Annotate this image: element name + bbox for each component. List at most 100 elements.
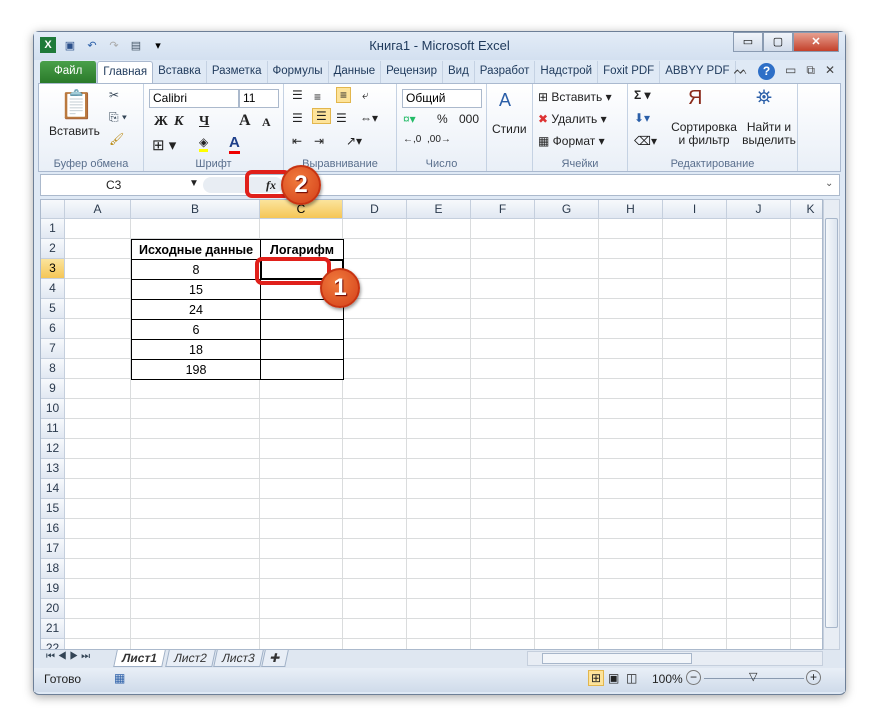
- macro-record-icon[interactable]: ▦: [114, 671, 125, 685]
- row-header-7[interactable]: 7: [41, 339, 65, 359]
- tab-7[interactable]: Вид: [443, 61, 475, 83]
- cell-F9[interactable]: [471, 379, 535, 399]
- cell-K4[interactable]: [791, 279, 822, 299]
- find-select-icon[interactable]: ⛯: [756, 87, 772, 110]
- cell-B15[interactable]: [131, 499, 260, 519]
- cell-J21[interactable]: [727, 619, 791, 639]
- cell-I20[interactable]: [663, 599, 727, 619]
- collapse-ribbon-icon[interactable]: ᨓ: [734, 63, 748, 80]
- cell-D13[interactable]: [343, 459, 407, 479]
- tab-11[interactable]: ABBYY PDF: [660, 61, 736, 83]
- font-size-select[interactable]: 11: [239, 89, 279, 108]
- cell-I7[interactable]: [663, 339, 727, 359]
- sort-filter-icon[interactable]: Я: [688, 87, 702, 110]
- cell-I18[interactable]: [663, 559, 727, 579]
- cell-E3[interactable]: [407, 259, 471, 279]
- cell-I10[interactable]: [663, 399, 727, 419]
- cell-E20[interactable]: [407, 599, 471, 619]
- cell-G10[interactable]: [535, 399, 599, 419]
- help-icon[interactable]: ?: [758, 63, 776, 80]
- cell-D6[interactable]: [343, 319, 407, 339]
- row-header-5[interactable]: 5: [41, 299, 65, 319]
- cell-F2[interactable]: [471, 239, 535, 259]
- cell-C6[interactable]: [260, 319, 344, 340]
- cell-B16[interactable]: [131, 519, 260, 539]
- cell-F13[interactable]: [471, 459, 535, 479]
- bold-button[interactable]: Ж: [154, 114, 168, 130]
- cell-C15[interactable]: [260, 499, 343, 519]
- styles-button[interactable]: Стили: [492, 122, 527, 136]
- row-header-22[interactable]: 22: [41, 639, 65, 649]
- cell-D20[interactable]: [343, 599, 407, 619]
- cell-C7[interactable]: [260, 339, 344, 360]
- tab-6[interactable]: Рецензир: [381, 61, 443, 83]
- cell-A20[interactable]: [65, 599, 131, 619]
- cell-J19[interactable]: [727, 579, 791, 599]
- cell-I12[interactable]: [663, 439, 727, 459]
- page-layout-icon[interactable]: ▣: [608, 671, 619, 685]
- find-select-button[interactable]: Найти и выделить: [738, 121, 800, 147]
- cell-C8[interactable]: [260, 359, 344, 380]
- cell-B22[interactable]: [131, 639, 260, 649]
- cell-G11[interactable]: [535, 419, 599, 439]
- cell-I15[interactable]: [663, 499, 727, 519]
- cell-H9[interactable]: [599, 379, 663, 399]
- cell-K17[interactable]: [791, 539, 822, 559]
- cell-B1[interactable]: [131, 219, 260, 239]
- cell-A1[interactable]: [65, 219, 131, 239]
- cell-B21[interactable]: [131, 619, 260, 639]
- doc-minimize-icon[interactable]: ▭: [785, 63, 796, 80]
- cell-C9[interactable]: [260, 379, 343, 399]
- cell-J4[interactable]: [727, 279, 791, 299]
- cell-D11[interactable]: [343, 419, 407, 439]
- tab-10[interactable]: Foxit PDF: [598, 61, 661, 83]
- cell-K6[interactable]: [791, 319, 822, 339]
- row-header-8[interactable]: 8: [41, 359, 65, 379]
- cell-F7[interactable]: [471, 339, 535, 359]
- cell-I21[interactable]: [663, 619, 727, 639]
- cell-J20[interactable]: [727, 599, 791, 619]
- cell-F1[interactable]: [471, 219, 535, 239]
- cell-A3[interactable]: [65, 259, 131, 279]
- row-header-21[interactable]: 21: [41, 619, 65, 639]
- tab-8[interactable]: Разработ: [475, 61, 536, 83]
- cell-E22[interactable]: [407, 639, 471, 649]
- cell-I11[interactable]: [663, 419, 727, 439]
- cell-C22[interactable]: [260, 639, 343, 649]
- cell-F12[interactable]: [471, 439, 535, 459]
- sheet-tab-1[interactable]: Лист1: [113, 650, 166, 667]
- name-box-dropdown-icon[interactable]: ▼: [189, 178, 199, 189]
- italic-button[interactable]: К: [174, 114, 184, 130]
- grow-font-button[interactable]: A: [239, 112, 251, 130]
- decrease-indent-icon[interactable]: ⇤: [292, 134, 302, 148]
- cell-J2[interactable]: [727, 239, 791, 259]
- cell-H14[interactable]: [599, 479, 663, 499]
- cell-H13[interactable]: [599, 459, 663, 479]
- align-bottom-icon[interactable]: ≡: [336, 87, 352, 103]
- cell-K2[interactable]: [791, 239, 822, 259]
- spreadsheet-grid[interactable]: A B C D E F G H I J K 1 2 3 4 5 6 7 8 9 10 11 12 13 14 15 16 17 18 19…: [40, 199, 823, 650]
- cell-K5[interactable]: [791, 299, 822, 319]
- cell-A15[interactable]: [65, 499, 131, 519]
- cell-J5[interactable]: [727, 299, 791, 319]
- cell-I13[interactable]: [663, 459, 727, 479]
- cell-C14[interactable]: [260, 479, 343, 499]
- maximize-button[interactable]: ▢: [763, 32, 793, 52]
- merge-icon[interactable]: ⇔▾: [360, 111, 378, 125]
- cell-A5[interactable]: [65, 299, 131, 319]
- cell-E11[interactable]: [407, 419, 471, 439]
- cell-E13[interactable]: [407, 459, 471, 479]
- cell-C11[interactable]: [260, 419, 343, 439]
- cell-H22[interactable]: [599, 639, 663, 649]
- paste-icon[interactable]: 📋: [59, 88, 94, 121]
- cell-D10[interactable]: [343, 399, 407, 419]
- cell-K7[interactable]: [791, 339, 822, 359]
- cell-A2[interactable]: [65, 239, 131, 259]
- cell-C18[interactable]: [260, 559, 343, 579]
- sheet-nav-icon[interactable]: ⏮ ◀ ▶ ⏭: [46, 651, 90, 662]
- cell-E7[interactable]: [407, 339, 471, 359]
- increase-indent-icon[interactable]: ⇥: [314, 134, 324, 148]
- cell-B17[interactable]: [131, 539, 260, 559]
- align-left-icon[interactable]: ☰: [292, 111, 303, 125]
- font-name-select[interactable]: Calibri: [149, 89, 239, 108]
